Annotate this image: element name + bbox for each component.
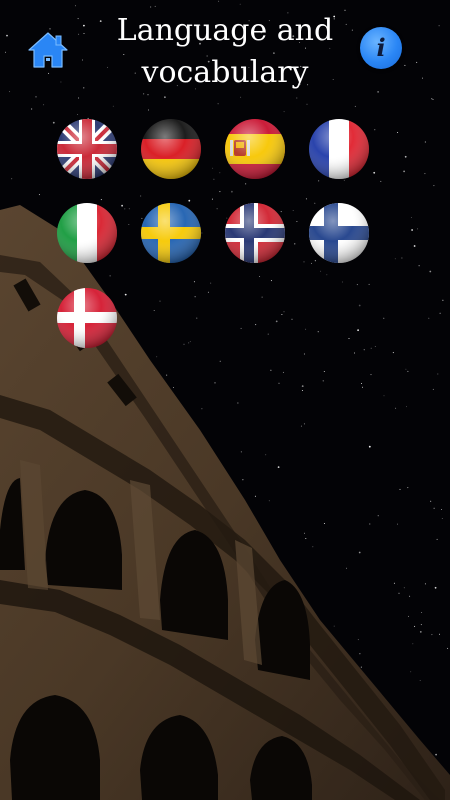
star bbox=[407, 487, 409, 489]
star bbox=[441, 509, 442, 510]
star bbox=[410, 671, 412, 673]
star bbox=[358, 551, 361, 554]
denmark-flag-icon bbox=[57, 288, 117, 348]
language-flag-grid bbox=[0, 0, 450, 400]
flag-germany[interactable] bbox=[140, 118, 202, 180]
star bbox=[424, 583, 426, 585]
star bbox=[414, 625, 416, 627]
flag-denmark[interactable] bbox=[56, 287, 118, 349]
star bbox=[333, 625, 335, 627]
flag-spain[interactable] bbox=[224, 118, 286, 180]
star bbox=[312, 546, 314, 548]
star bbox=[300, 425, 302, 427]
france-flag-icon bbox=[309, 119, 369, 179]
germany-flag-icon bbox=[141, 119, 201, 179]
star bbox=[409, 595, 411, 597]
star bbox=[447, 647, 449, 649]
star bbox=[323, 523, 325, 524]
star bbox=[377, 515, 379, 517]
star bbox=[237, 402, 239, 404]
star bbox=[369, 523, 371, 525]
flag-finland[interactable] bbox=[308, 202, 370, 264]
star bbox=[406, 406, 407, 408]
star bbox=[441, 518, 443, 519]
united-kingdom-flag-icon bbox=[57, 119, 117, 179]
star bbox=[201, 408, 203, 410]
star bbox=[359, 653, 361, 655]
flag-sweden[interactable] bbox=[140, 202, 202, 264]
flag-italy[interactable] bbox=[56, 202, 118, 264]
star bbox=[412, 643, 414, 645]
star bbox=[419, 631, 422, 633]
star bbox=[403, 587, 405, 589]
norway-flag-icon bbox=[225, 203, 285, 263]
spain-flag-icon bbox=[225, 119, 285, 179]
star bbox=[393, 582, 395, 584]
star bbox=[360, 666, 362, 668]
star bbox=[398, 592, 400, 594]
star bbox=[357, 639, 359, 641]
star bbox=[242, 479, 244, 481]
star bbox=[397, 523, 398, 525]
flag-france[interactable] bbox=[308, 118, 370, 180]
star bbox=[346, 567, 347, 569]
star bbox=[399, 488, 401, 490]
star bbox=[368, 445, 371, 448]
star bbox=[265, 454, 267, 456]
star bbox=[439, 633, 440, 635]
star bbox=[431, 634, 433, 636]
star bbox=[435, 753, 437, 756]
star bbox=[419, 680, 421, 681]
star bbox=[436, 538, 438, 540]
flag-united-kingdom[interactable] bbox=[56, 118, 118, 180]
star bbox=[277, 466, 280, 468]
star bbox=[421, 612, 423, 613]
flag-norway[interactable] bbox=[224, 202, 286, 264]
star bbox=[420, 624, 422, 626]
sweden-flag-icon bbox=[141, 203, 201, 263]
star bbox=[254, 495, 256, 497]
star bbox=[434, 586, 437, 589]
star bbox=[395, 407, 397, 409]
star bbox=[433, 507, 435, 509]
star bbox=[408, 615, 409, 617]
italy-flag-icon bbox=[57, 203, 117, 263]
star bbox=[305, 538, 307, 539]
star bbox=[240, 451, 242, 453]
finland-flag-icon bbox=[309, 203, 369, 263]
star bbox=[303, 423, 305, 425]
star bbox=[304, 532, 305, 534]
star bbox=[430, 500, 432, 502]
star bbox=[268, 500, 270, 502]
